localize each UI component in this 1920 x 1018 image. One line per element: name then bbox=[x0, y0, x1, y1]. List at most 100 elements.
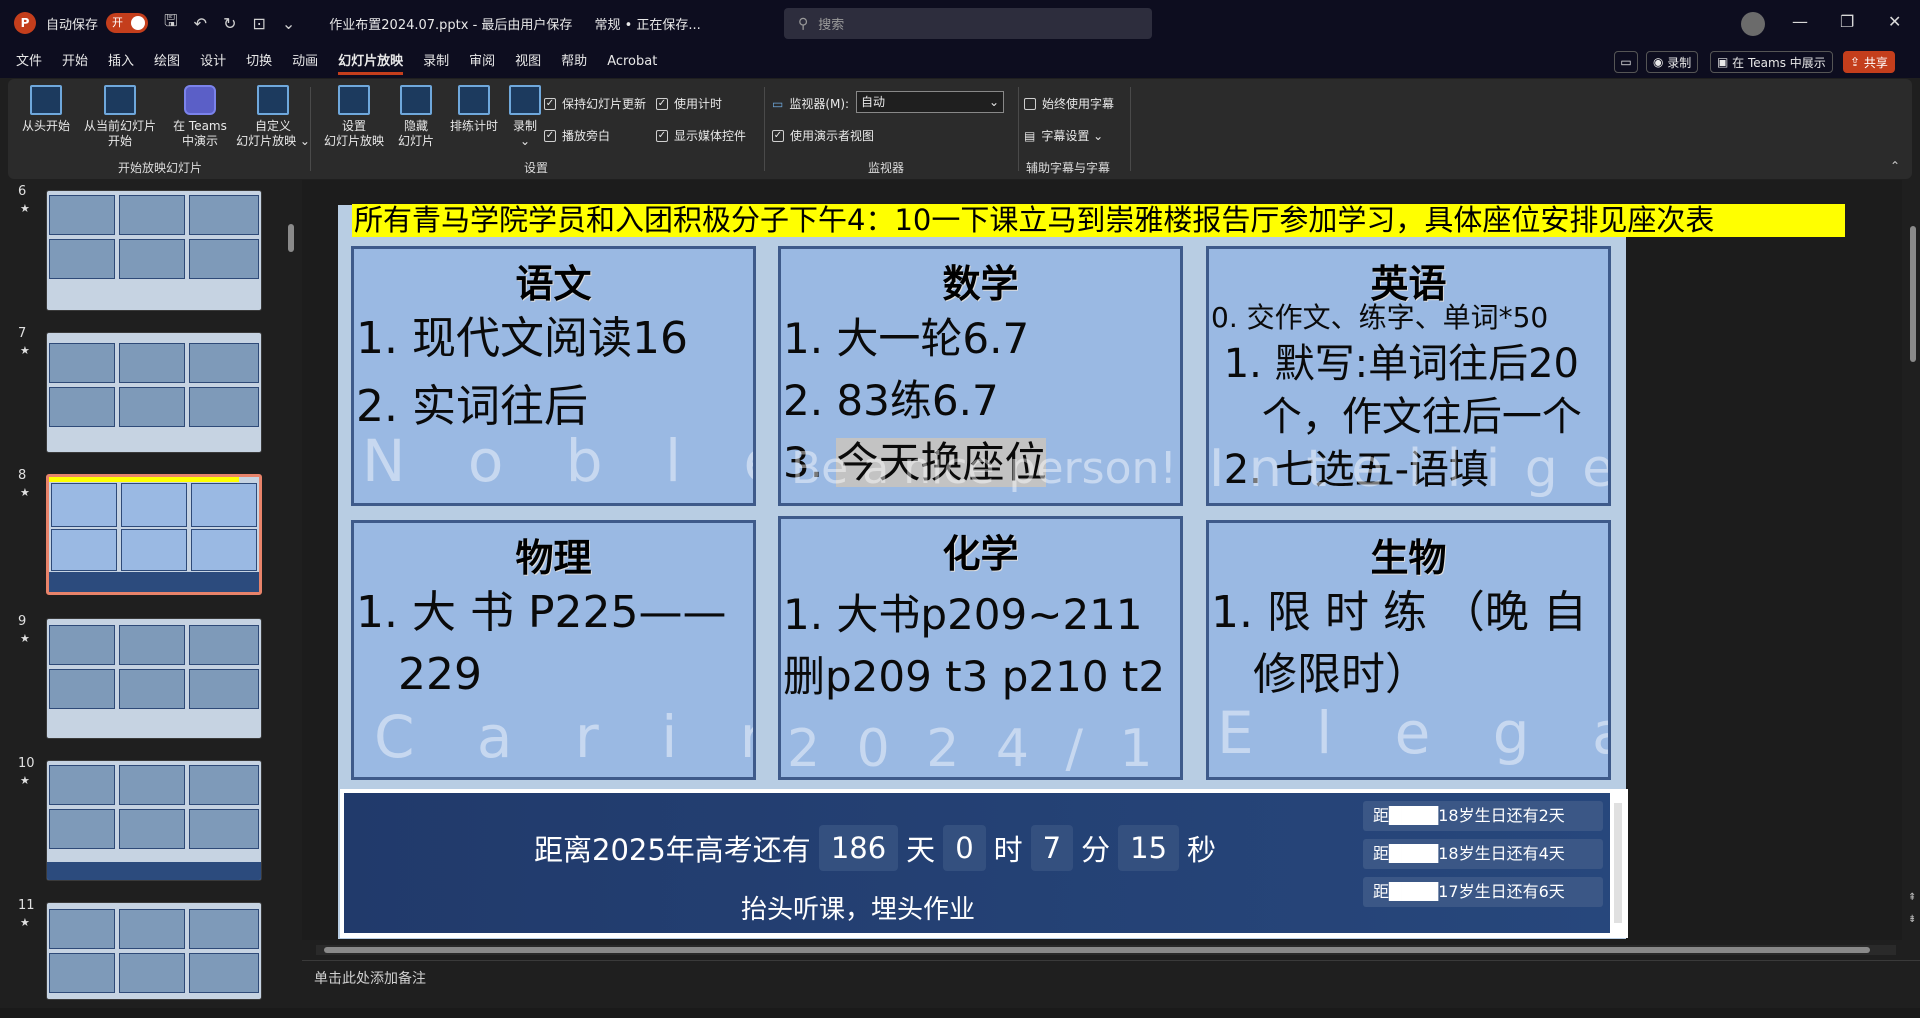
birthday-list[interactable]: 距████18岁生日还有2天 距████18岁生日还有4天 距████17岁生日… bbox=[1363, 801, 1603, 915]
play-narration-label: 播放旁白 bbox=[562, 129, 611, 143]
slide-thumbnail-7[interactable] bbox=[46, 332, 262, 453]
card-line: 1. 默写:单词往后20 bbox=[1211, 341, 1579, 387]
tab-acrobat[interactable]: Acrobat bbox=[607, 46, 657, 78]
mini-card bbox=[189, 195, 259, 235]
countdown-seconds: 15 bbox=[1118, 825, 1180, 871]
card-line: 229 bbox=[356, 649, 482, 700]
hide-slide-button[interactable]: 隐藏 幻灯片 bbox=[388, 85, 444, 149]
tab-review[interactable]: 审阅 bbox=[469, 46, 495, 78]
teams-present-button[interactable]: ▣ 在 Teams 中展示 bbox=[1710, 51, 1833, 73]
collapse-ribbon-icon[interactable]: ⌃ bbox=[1890, 159, 1900, 173]
undo-icon[interactable]: ↶ bbox=[194, 14, 207, 33]
autosave-toggle[interactable]: 开 bbox=[106, 13, 149, 33]
slide-thumbnail-8[interactable] bbox=[46, 474, 262, 595]
custom-show-button[interactable]: 自定义 幻灯片放映 ⌄ bbox=[230, 85, 316, 149]
presenter-view-checkbox[interactable]: ✓ 使用演示者视图 bbox=[772, 127, 874, 144]
mini-card bbox=[49, 387, 115, 427]
tab-draw[interactable]: 绘图 bbox=[154, 46, 180, 78]
use-timings-checkbox[interactable]: ✓ 使用计时 bbox=[656, 95, 722, 112]
slide-thumbnail-10[interactable] bbox=[46, 760, 262, 881]
play-narration-checkbox[interactable]: ✓ 播放旁白 bbox=[544, 127, 610, 144]
mini-card bbox=[49, 343, 115, 383]
scrollbar-thumb[interactable] bbox=[324, 947, 1870, 953]
canvas-vertical-scrollbar[interactable]: ⇞ ⇟ bbox=[1906, 180, 1920, 940]
mini-card bbox=[119, 625, 185, 665]
document-title[interactable]: 作业布置2024.07.pptx - 最后由用户保存 bbox=[329, 14, 572, 33]
tab-animations[interactable]: 动画 bbox=[292, 46, 318, 78]
monitor-value: 自动 bbox=[861, 95, 886, 109]
card-chemistry[interactable]: 化学 1. 大书p209~211 删p209 t3 p210 t2 2 0 2 … bbox=[778, 516, 1183, 780]
from-start-button[interactable]: 从头开始 bbox=[18, 85, 74, 134]
comments-button[interactable]: ▭ bbox=[1614, 51, 1638, 73]
restore-icon[interactable]: ❐ bbox=[1840, 12, 1854, 31]
check-icon: ✓ bbox=[544, 129, 556, 142]
next-slide-icon[interactable]: ⇟ bbox=[1908, 914, 1916, 925]
custom-show-label: 自定义 幻灯片放映 ⌄ bbox=[236, 119, 310, 148]
from-current-label: 从当前幻灯片 开始 bbox=[83, 119, 156, 148]
card-math[interactable]: 数学 1. 大一轮6.7 2. 83练6.7 3. 今天换座位 Be a nic… bbox=[778, 246, 1183, 506]
setup-show-button[interactable]: 设置 幻灯片放映 bbox=[320, 85, 388, 149]
record-dropdown-button[interactable]: 录制 ⌄ bbox=[502, 85, 548, 149]
tab-view[interactable]: 视图 bbox=[515, 46, 541, 78]
tab-design[interactable]: 设计 bbox=[200, 46, 226, 78]
card-biology[interactable]: 生物 1. 限 时 练 （晚 自 修限时） E l e g a n t bbox=[1206, 520, 1611, 780]
tab-help[interactable]: 帮助 bbox=[561, 46, 587, 78]
from-current-button[interactable]: 从当前幻灯片 开始 bbox=[76, 85, 164, 149]
previous-slide-icon[interactable]: ⇞ bbox=[1908, 892, 1916, 903]
slide-thumbnail-6[interactable] bbox=[46, 190, 262, 311]
record-button[interactable]: ◉ 录制 bbox=[1646, 51, 1699, 73]
slide-thumbnail-9[interactable] bbox=[46, 618, 262, 739]
mini-countdown-bar bbox=[47, 862, 261, 880]
slide-banner[interactable]: 所有青马学院学员和入团积极分子下午4：10一下课立马到崇雅楼报告厅参加学习，具体… bbox=[352, 204, 1845, 237]
notes-pane[interactable]: 单击此处添加备注 bbox=[302, 960, 1920, 996]
countdown-panel[interactable]: 距离2025年高考还有 186 天 0 时 7 分 15 秒 抬头听课，埋头作业… bbox=[340, 789, 1628, 938]
card-english[interactable]: 英语 0. 交作文、练字、单词*50 1. 默写:单词往后20 个，作文往后一个… bbox=[1206, 246, 1611, 506]
share-button[interactable]: ⇪ 共享 bbox=[1843, 51, 1895, 73]
tab-slideshow[interactable]: 幻灯片放映 bbox=[338, 46, 404, 78]
birthday-item: 距████18岁生日还有2天 bbox=[1363, 801, 1603, 831]
card-chinese[interactable]: 语文 1. 现代文阅读16 2. 实词往后 N o b l e bbox=[351, 246, 756, 506]
card-watermark: E l e g a n t bbox=[1217, 699, 1608, 767]
scrollbar-thumb[interactable] bbox=[1910, 226, 1916, 362]
avatar[interactable] bbox=[1741, 12, 1765, 36]
keep-updated-checkbox[interactable]: ✓ 保持幻灯片更新 bbox=[544, 95, 646, 112]
teams-present-ribbon-button[interactable]: 在 Teams 中演示 bbox=[164, 85, 236, 149]
tab-home[interactable]: 开始 bbox=[62, 46, 88, 78]
monitor-select[interactable]: 自动 ⌄ bbox=[856, 91, 1004, 113]
mini-card bbox=[49, 953, 115, 993]
show-media-checkbox[interactable]: ✓ 显示媒体控件 bbox=[656, 127, 746, 144]
tab-transitions[interactable]: 切换 bbox=[246, 46, 272, 78]
thumbnail-pane: 6 ★ 7 ★ 8 ★ 9 ★ 10 ★ 11 ★ bbox=[0, 180, 300, 1008]
powerpoint-logo-icon: P bbox=[14, 12, 36, 34]
rehearse-button[interactable]: 排练计时 bbox=[444, 85, 504, 134]
search-input[interactable]: ⚲ 搜索 bbox=[784, 8, 1152, 39]
tab-file[interactable]: 文件 bbox=[16, 46, 42, 78]
slide-thumbnail-11[interactable] bbox=[46, 902, 262, 1000]
from-start-icon[interactable]: ⊡ bbox=[252, 14, 265, 33]
canvas-horizontal-scrollbar[interactable] bbox=[316, 945, 1896, 955]
mini-card bbox=[119, 669, 185, 709]
countdown-minutes: 7 bbox=[1030, 825, 1074, 871]
motto-text: 抬头听课，埋头作业 bbox=[741, 895, 976, 925]
thumbnail-scrollbar[interactable] bbox=[286, 184, 296, 1004]
always-subtitles-checkbox[interactable]: 始终使用字幕 bbox=[1024, 95, 1114, 112]
monitor-label-text: 监视器(M): bbox=[789, 97, 850, 111]
minimize-icon[interactable]: — bbox=[1792, 12, 1808, 31]
redo-icon[interactable]: ↻ bbox=[223, 14, 236, 33]
card-physics[interactable]: 物理 1. 大 书 P225—— 229 C a r i n g bbox=[351, 520, 756, 780]
scrollbar-thumb[interactable] bbox=[288, 224, 294, 252]
card-line: 个，作文往后一个 bbox=[1211, 394, 1582, 440]
tab-insert[interactable]: 插入 bbox=[108, 46, 134, 78]
close-icon[interactable]: ✕ bbox=[1888, 12, 1901, 31]
customize-qat-icon[interactable]: ⌄ bbox=[282, 14, 295, 33]
save-icon[interactable]: 🖫 bbox=[164, 10, 178, 37]
subtitle-settings-button[interactable]: ▤ 字幕设置 ⌄ bbox=[1024, 127, 1103, 144]
tab-record[interactable]: 录制 bbox=[423, 46, 449, 78]
sensitivity-label[interactable]: 常规 • 正在保存... bbox=[594, 14, 700, 33]
teams-present-label: 在 Teams 中演示 bbox=[173, 119, 227, 148]
mini-card bbox=[189, 387, 259, 427]
card-line: 删p209 t3 p210 t2 bbox=[783, 652, 1166, 701]
animation-star-icon: ★ bbox=[20, 916, 30, 929]
birthday-scrollbar[interactable] bbox=[1614, 803, 1622, 923]
teams-icon bbox=[184, 85, 216, 115]
